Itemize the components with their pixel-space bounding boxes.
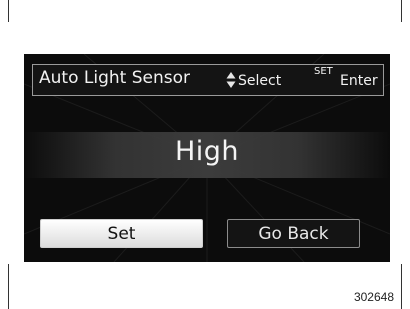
set-key-hint: SET bbox=[314, 66, 333, 77]
figure-number: 302648 bbox=[353, 290, 394, 304]
enter-hint: Enter bbox=[340, 73, 378, 89]
go-back-button[interactable]: Go Back bbox=[227, 219, 360, 248]
up-down-arrows-icon bbox=[226, 72, 236, 88]
frame-right-bottom-line bbox=[401, 264, 402, 309]
sensor-value[interactable]: High bbox=[24, 136, 390, 167]
frame-left-top-line bbox=[8, 0, 9, 22]
title-bar: Auto Light Sensor Select SET Enter bbox=[32, 64, 384, 96]
select-hint: Select bbox=[238, 73, 282, 89]
setting-title: Auto Light Sensor bbox=[39, 68, 190, 88]
frame-left-bottom-line bbox=[8, 264, 9, 309]
set-button[interactable]: Set bbox=[40, 219, 203, 248]
frame-right-top-line bbox=[401, 0, 402, 22]
display-screen: Auto Light Sensor Select SET Enter High … bbox=[24, 54, 390, 262]
